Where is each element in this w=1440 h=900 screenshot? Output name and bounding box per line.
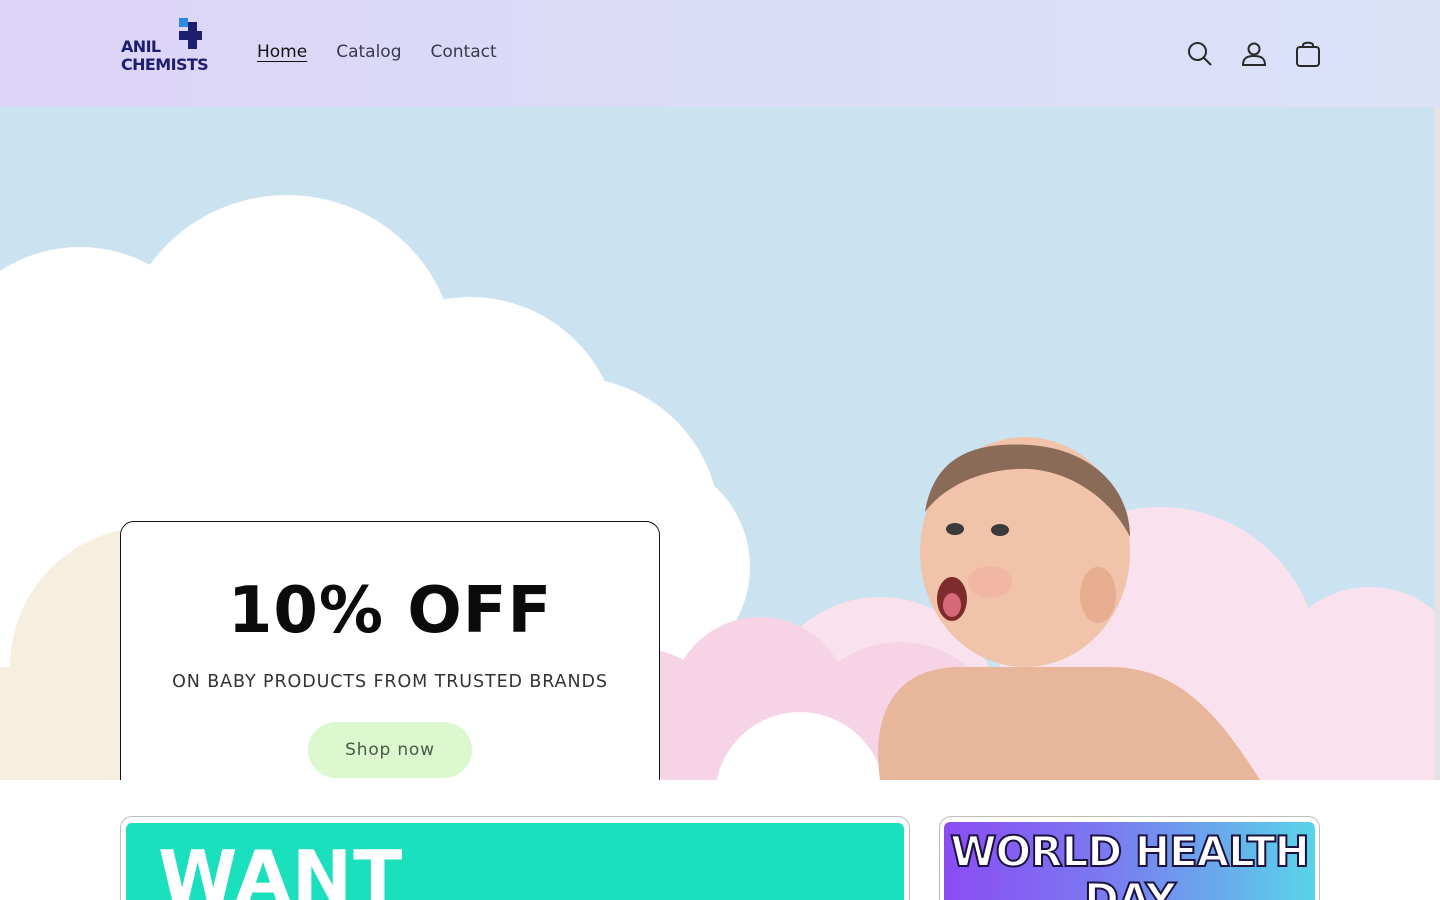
brand-logo[interactable]: ANIL CHEMISTS xyxy=(120,18,215,78)
hero-banner: 10% OFF ON BABY PRODUCTS FROM TRUSTED BR… xyxy=(0,107,1440,780)
header-actions xyxy=(1186,36,1322,72)
page-scrollbar[interactable] xyxy=(1434,107,1440,780)
nav-catalog[interactable]: Catalog xyxy=(336,42,401,62)
search-icon[interactable] xyxy=(1186,36,1214,72)
promo-title: 10% OFF xyxy=(227,574,553,648)
nav-home[interactable]: Home xyxy=(257,42,307,62)
brand-name-line2: CHEMISTS xyxy=(121,55,209,74)
nav-contact[interactable]: Contact xyxy=(431,42,497,62)
brand-name-line1: ANIL xyxy=(121,37,161,56)
shop-now-button[interactable]: Shop now xyxy=(308,722,472,778)
account-icon[interactable] xyxy=(1240,36,1268,72)
promo-card-world-health-day[interactable]: WORLD HEALTH DAY xyxy=(939,816,1320,900)
promo-card-want-image: WANT xyxy=(126,823,904,900)
promo-subtitle: ON BABY PRODUCTS FROM TRUSTED BRANDS xyxy=(172,672,608,692)
main-nav: Home Catalog Contact xyxy=(257,42,497,62)
promo-card: 10% OFF ON BABY PRODUCTS FROM TRUSTED BR… xyxy=(120,521,660,780)
medical-cross-icon xyxy=(179,18,202,49)
promo-card-world-health-day-text: WORLD HEALTH DAY xyxy=(949,827,1311,900)
site-header: ANIL CHEMISTS Home Catalog Contact xyxy=(0,0,1440,107)
promo-card-world-health-day-image: WORLD HEALTH DAY xyxy=(944,822,1315,900)
cart-icon[interactable] xyxy=(1294,36,1322,72)
promo-card-want[interactable]: WANT xyxy=(120,816,910,900)
promo-card-want-text: WANT xyxy=(158,835,404,900)
